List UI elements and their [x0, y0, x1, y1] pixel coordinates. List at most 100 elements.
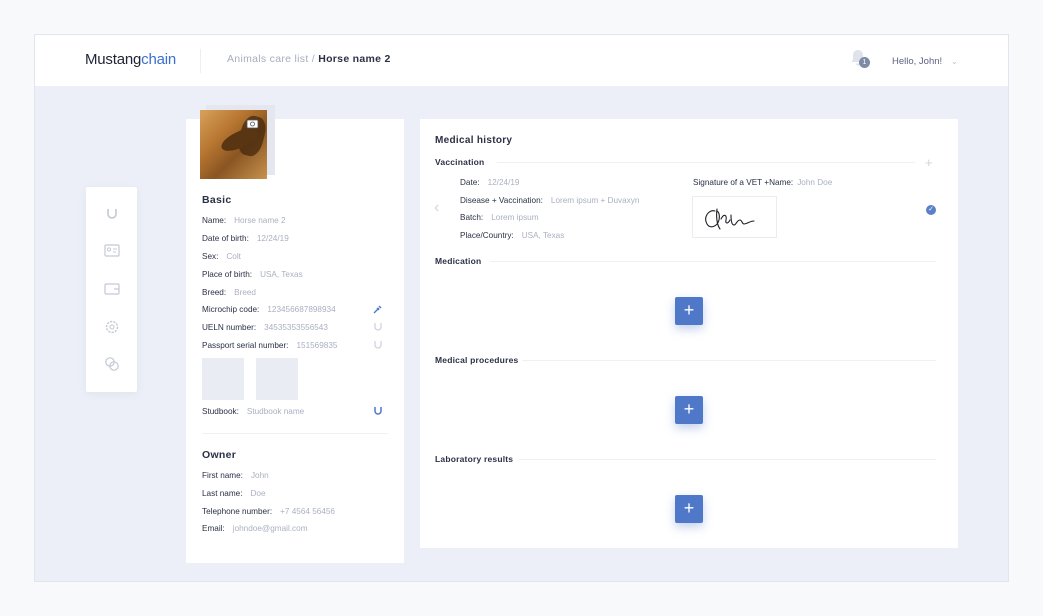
field-value: USA, Texas [260, 270, 303, 279]
field-label: Batch: [460, 213, 484, 222]
field-value: Breed [234, 288, 256, 297]
field-label: Name: [202, 216, 227, 225]
field-label: Breed: [202, 288, 227, 297]
vacc-disease: Disease + Vaccination: Lorem ipsum + Duva… [460, 196, 639, 205]
field-last-name: Last name: Doe [202, 489, 266, 498]
signature-image [705, 208, 755, 230]
field-breed: Breed: Breed [202, 288, 256, 297]
field-label: Place of birth: [202, 270, 253, 279]
field-value: 12/24/19 [487, 178, 520, 187]
field-value: 151569835 [296, 341, 338, 350]
field-label: Telephone number: [202, 507, 273, 516]
notification-badge: 1 [859, 57, 870, 68]
field-value: johndoe@gmail.com [232, 524, 308, 533]
breadcrumb-parent[interactable]: Animals care list [227, 53, 309, 65]
owner-section-title: Owner [202, 449, 237, 461]
field-value: Doe [250, 489, 266, 498]
field-label: Disease + Vaccination: [460, 196, 543, 205]
section-rule [497, 162, 915, 163]
check-icon[interactable]: ✓ [926, 205, 936, 215]
user-greeting[interactable]: Hello, John! [892, 56, 942, 67]
vacc-batch: Batch: Lorem ipsum [460, 213, 539, 222]
add-vaccination-icon[interactable]: + [925, 155, 933, 170]
breadcrumb: Animals care list / Horse name 2 [227, 53, 391, 65]
medical-history-card: Medical history Vaccination + ‹ Date: 12/… [420, 119, 958, 548]
logo[interactable]: Mustangchain [85, 51, 176, 68]
section-divider [202, 433, 388, 434]
chevron-down-icon[interactable]: ⌄ [951, 57, 958, 66]
field-telephone: Telephone number: +7 4564 56456 [202, 507, 335, 516]
field-email: Email: johndoe@gmail.com [202, 524, 308, 533]
field-value: 12/24/19 [256, 234, 289, 243]
microchip-scan-icon[interactable] [373, 304, 383, 314]
vacc-date: Date: 12/24/19 [460, 178, 519, 187]
document-thumbnail[interactable] [202, 358, 244, 400]
field-sex: Sex: Colt [202, 252, 241, 261]
vet-signature-label: Signature of a VET +Name: John Doe [693, 178, 832, 187]
section-rule [490, 261, 936, 262]
medical-procedures-title: Medical procedures [435, 355, 519, 365]
field-label: Date: [460, 178, 480, 187]
field-place-of-birth: Place of birth: USA, Texas [202, 270, 303, 279]
field-label: UELN number: [202, 323, 257, 332]
field-date-of-birth: Date of birth: 12/24/19 [202, 234, 289, 243]
wallet-icon[interactable] [103, 280, 120, 297]
field-microchip: Microchip code: 123456687898934 [202, 305, 336, 314]
field-value: Colt [226, 252, 241, 261]
breadcrumb-current: Horse name 2 [318, 53, 391, 65]
field-label: Place/Country: [460, 231, 514, 240]
field-studbook: Studbook: Studbook name [202, 407, 304, 416]
laboratory-results-title: Laboratory results [435, 454, 514, 464]
field-label: Last name: [202, 489, 243, 498]
logo-light: chain [141, 51, 177, 68]
field-name: Name: Horse name 2 [202, 216, 286, 225]
field-value: Horse name 2 [234, 216, 286, 225]
settings-icon[interactable] [103, 318, 120, 335]
field-first-name: First name: John [202, 471, 269, 480]
chevron-left-icon[interactable]: ‹ [434, 199, 439, 217]
vaccination-title: Vaccination [435, 157, 485, 167]
medication-title: Medication [435, 256, 482, 266]
logo-bold: Mustang [85, 51, 142, 68]
add-medication-button[interactable]: + [675, 297, 703, 325]
horseshoe-icon[interactable] [373, 322, 383, 332]
field-passport: Passport serial number: 151569835 [202, 341, 337, 350]
app-frame: Mustangchain Animals care list / Horse n… [34, 34, 1009, 582]
top-bar: Mustangchain Animals care list / Horse n… [35, 35, 1008, 86]
horse-profile-card: Basic Name: Horse name 2 Date of birth: 12… [186, 105, 404, 563]
field-value: Lorem ipsum + Duvaxyn [550, 196, 640, 205]
vacc-place: Place/Country: USA, Texas [460, 231, 564, 240]
field-label: Microchip code: [202, 305, 260, 314]
field-label: First name: [202, 471, 243, 480]
section-rule [522, 360, 936, 361]
section-rule [519, 459, 936, 460]
add-lab-result-button[interactable]: + [675, 495, 703, 523]
horseshoe-icon[interactable] [373, 406, 383, 416]
field-label: Passport serial number: [202, 341, 289, 350]
horseshoe-icon[interactable] [103, 205, 120, 222]
field-ueln: UELN number: 34535353556543 [202, 323, 328, 332]
document-thumbnail[interactable] [256, 358, 298, 400]
field-label: Sex: [202, 252, 219, 261]
field-value: John Doe [797, 178, 833, 187]
field-value: USA, Texas [521, 231, 565, 240]
add-procedure-button[interactable]: + [675, 396, 703, 424]
medical-history-title: Medical history [435, 135, 513, 146]
field-value: 34535353556543 [264, 323, 328, 332]
field-label: Email: [202, 524, 225, 533]
field-value: Lorem ipsum [491, 213, 539, 222]
field-value: John [250, 471, 269, 480]
coins-icon[interactable] [103, 355, 120, 372]
field-label: Signature of a VET +Name: [693, 178, 794, 187]
field-label: Studbook: [202, 407, 239, 416]
basic-section-title: Basic [202, 194, 232, 206]
id-card-icon[interactable] [103, 242, 120, 259]
field-value: Studbook name [246, 407, 305, 416]
camera-icon[interactable] [246, 117, 259, 130]
horseshoe-icon[interactable] [373, 340, 383, 350]
side-navigation [86, 187, 137, 392]
field-value: 123456687898934 [267, 305, 336, 314]
breadcrumb-separator: / [308, 53, 319, 65]
field-label: Date of birth: [202, 234, 249, 243]
vet-signature [692, 196, 777, 238]
